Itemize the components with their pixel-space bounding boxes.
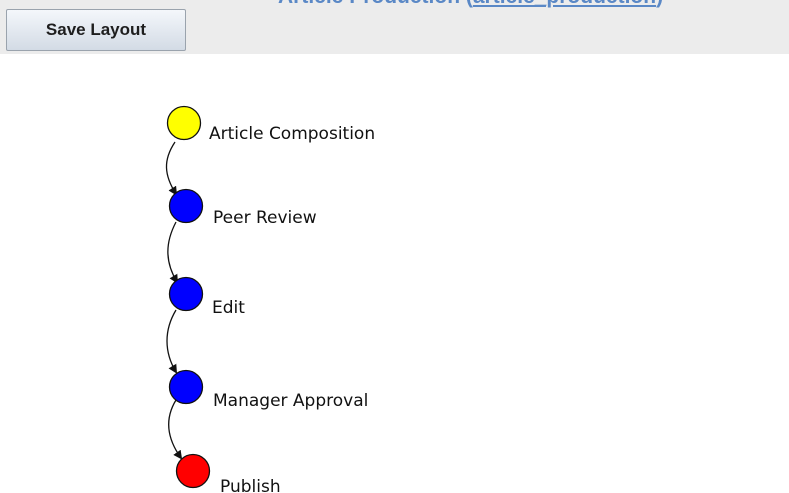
node-marker[interactable] bbox=[168, 276, 204, 312]
workflow-graph: Article Composition Peer Review Edit Man… bbox=[165, 105, 376, 493]
node-marker[interactable] bbox=[166, 105, 202, 141]
node-marker[interactable] bbox=[168, 188, 204, 224]
node-label: Publish bbox=[220, 477, 281, 493]
node-peer-review[interactable]: Peer Review bbox=[168, 188, 317, 229]
node-article-composition[interactable]: Article Composition bbox=[166, 105, 376, 145]
node-marker[interactable] bbox=[168, 369, 204, 405]
node-manager-approval[interactable]: Manager Approval bbox=[168, 369, 369, 412]
node-publish[interactable]: Publish bbox=[175, 453, 281, 493]
node-label: Article Composition bbox=[209, 124, 375, 144]
edge-edit-to-approval bbox=[166, 309, 178, 374]
node-label: Peer Review bbox=[213, 208, 317, 228]
node-edit[interactable]: Edit bbox=[168, 276, 246, 319]
node-marker[interactable] bbox=[175, 453, 211, 489]
node-label: Manager Approval bbox=[213, 391, 368, 411]
edge-composition-to-review bbox=[165, 141, 178, 196]
edge-review-to-edit bbox=[167, 221, 179, 284]
edge-approval-to-publish bbox=[167, 399, 183, 460]
node-label: Edit bbox=[212, 298, 245, 318]
